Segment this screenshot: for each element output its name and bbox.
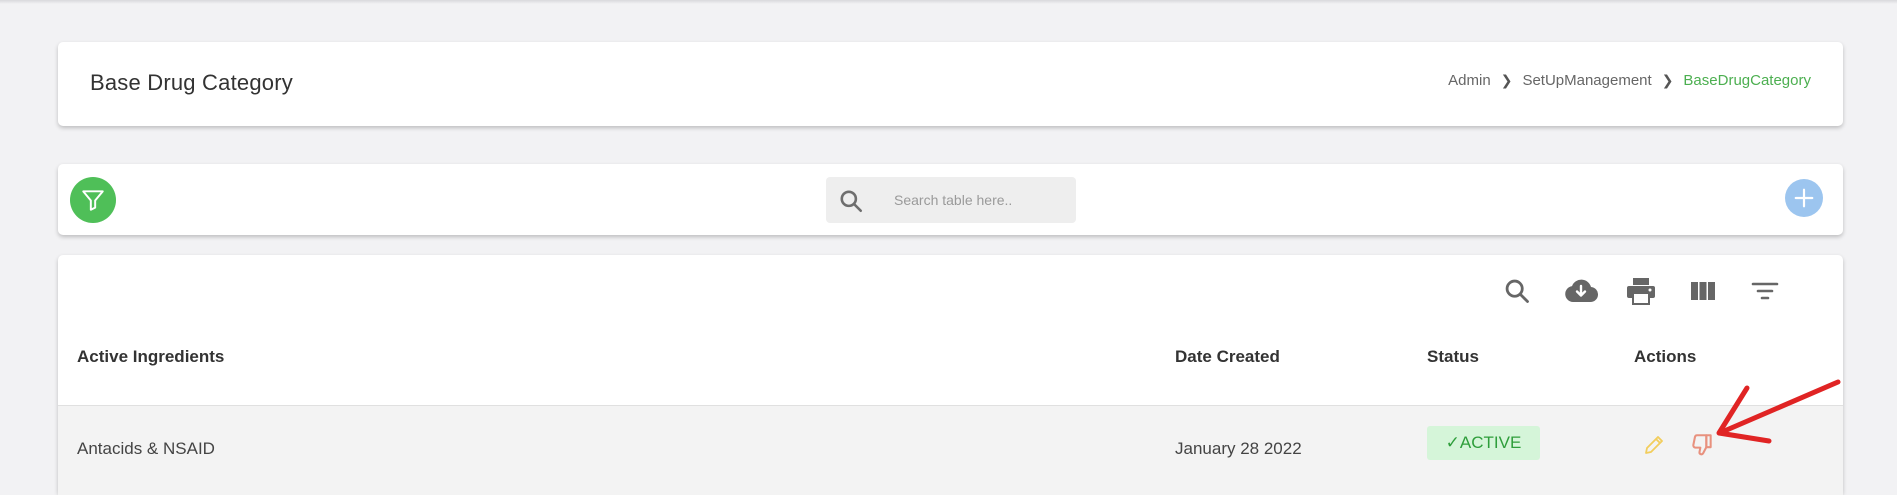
search-input[interactable] <box>894 189 1064 211</box>
add-button[interactable] <box>1785 179 1823 217</box>
page-header-card: Base Drug Category Admin ❯ SetUpManageme… <box>58 42 1843 126</box>
breadcrumb: Admin ❯ SetUpManagement ❯ BaseDrugCatego… <box>1448 72 1811 89</box>
plus-icon <box>1794 188 1814 208</box>
breadcrumb-setupmanagement[interactable]: SetUpManagement <box>1522 72 1651 89</box>
download-button[interactable] <box>1561 269 1601 313</box>
table-tools <box>1443 269 1843 313</box>
chevron-right-icon: ❯ <box>1500 72 1513 88</box>
column-header-active-ingredients[interactable]: Active Ingredients <box>77 347 224 367</box>
filter-list-button[interactable] <box>1747 269 1783 313</box>
filter-button[interactable] <box>70 177 116 223</box>
cell-ingredient: Antacids & NSAID <box>77 439 215 458</box>
search-box[interactable] <box>826 177 1076 223</box>
column-header-status[interactable]: Status <box>1427 347 1479 367</box>
breadcrumb-admin[interactable]: Admin <box>1448 72 1491 89</box>
cell-date-created: January 28 2022 <box>1175 439 1302 458</box>
column-header-actions: Actions <box>1634 347 1697 366</box>
filter-icon <box>82 190 104 211</box>
table-toolbar-card <box>58 164 1843 235</box>
top-shadow <box>0 0 1897 4</box>
cloud-download-icon <box>1565 279 1598 303</box>
search-icon <box>1505 279 1529 303</box>
page-title: Base Drug Category <box>90 70 293 95</box>
deactivate-button[interactable] <box>1688 431 1716 459</box>
thumbs-down-icon <box>1692 434 1712 456</box>
print-icon <box>1627 278 1655 305</box>
print-button[interactable] <box>1623 269 1659 313</box>
column-header-date-created[interactable]: Date Created <box>1175 347 1280 367</box>
status-badge: ✓ACTIVE <box>1427 426 1540 460</box>
filter-list-icon <box>1751 282 1779 300</box>
search-icon <box>840 190 863 213</box>
view-columns-button[interactable] <box>1685 269 1721 313</box>
chevron-right-icon: ❯ <box>1661 72 1674 88</box>
pencil-icon <box>1645 436 1663 454</box>
edit-button[interactable] <box>1640 431 1668 459</box>
table-search-button[interactable] <box>1499 269 1535 313</box>
view-columns-icon <box>1691 282 1715 300</box>
breadcrumb-current: BaseDrugCategory <box>1683 72 1811 89</box>
table-card: Active Ingredients Date Created Status A… <box>58 255 1843 495</box>
